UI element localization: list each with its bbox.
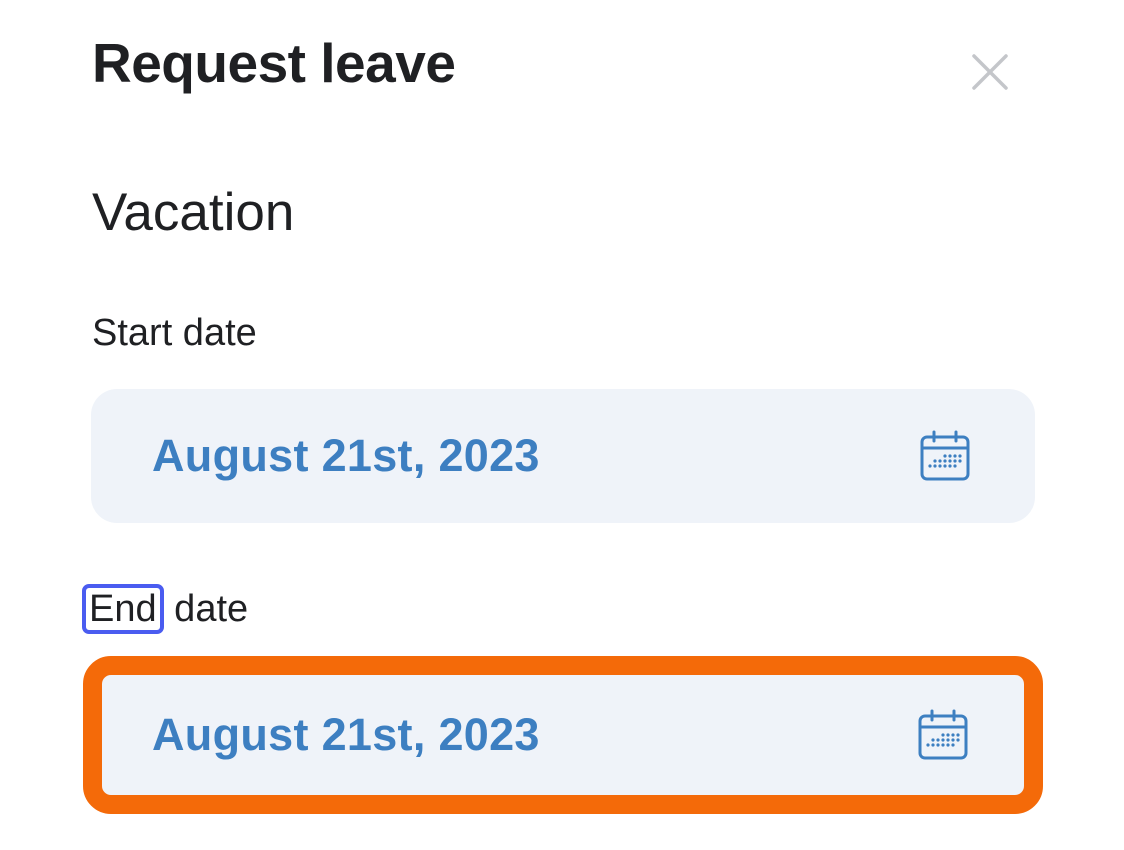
end-date-field[interactable]: August 21st, 2023 (83, 656, 1043, 814)
calendar-icon[interactable] (917, 709, 969, 761)
close-button[interactable] (962, 44, 1018, 100)
calendar-icon[interactable] (919, 430, 971, 482)
start-date-value: August 21st, 2023 (152, 430, 540, 481)
end-date-label-rest: date (163, 588, 249, 630)
leave-type-title: Vacation (92, 183, 295, 242)
end-date-value: August 21st, 2023 (152, 709, 540, 760)
start-date-field[interactable]: August 21st, 2023 (91, 389, 1035, 523)
end-date-label: End date (82, 584, 249, 634)
end-date-label-highlighted-word: End (82, 584, 164, 634)
page-title: Request leave (92, 32, 456, 94)
close-icon (972, 54, 1008, 90)
start-date-label: Start date (92, 312, 257, 354)
